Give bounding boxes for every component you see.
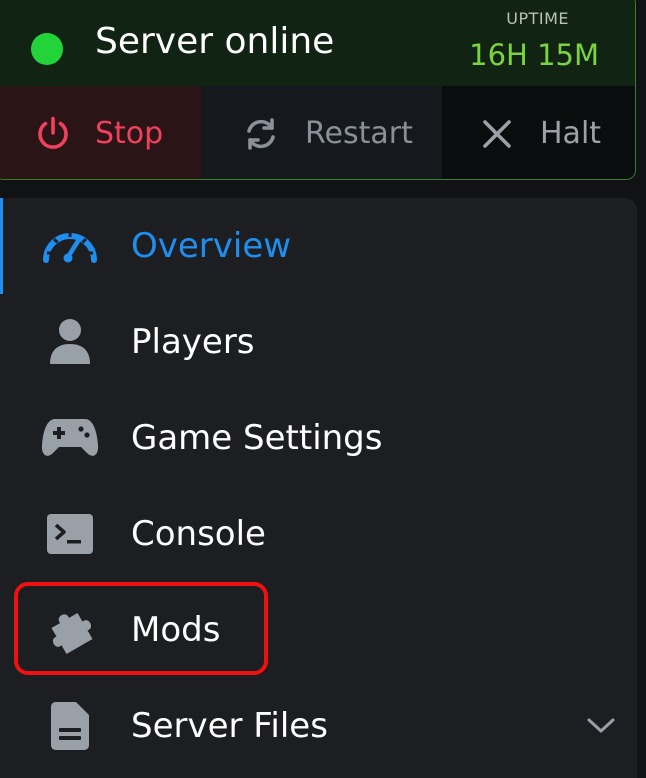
speedometer-icon: [40, 216, 100, 276]
server-nav: Overview Players Game Settings Console M…: [0, 198, 637, 778]
active-indicator: [0, 198, 3, 294]
nav-item-overview[interactable]: Overview: [0, 198, 637, 294]
nav-item-players[interactable]: Players: [0, 294, 637, 390]
nav-item-server-files[interactable]: Server Files: [0, 678, 637, 774]
nav-label-console: Console: [131, 514, 266, 554]
restart-label: Restart: [305, 116, 413, 151]
uptime-value: 16H 15M: [469, 38, 599, 72]
server-status-text: Server online: [95, 21, 335, 62]
uptime-label: UPTIME: [506, 9, 569, 28]
gamepad-icon: [40, 408, 100, 468]
stop-label: Stop: [95, 116, 164, 151]
close-icon: [480, 114, 514, 154]
user-icon: [40, 312, 100, 372]
status-header: Server online UPTIME 16H 15M: [0, 0, 635, 86]
chevron-down-icon[interactable]: [585, 710, 617, 742]
halt-label: Halt: [540, 116, 602, 151]
stop-button[interactable]: Stop: [0, 86, 201, 179]
power-actions: Stop Restart Halt: [0, 86, 635, 179]
nav-item-mods[interactable]: Mods: [0, 582, 637, 678]
online-status-dot: [31, 33, 63, 65]
nav-item-console[interactable]: Console: [0, 486, 637, 582]
nav-label-server-files: Server Files: [131, 706, 328, 746]
restart-button[interactable]: Restart: [201, 86, 442, 179]
file-icon: [40, 696, 100, 756]
page: Server online UPTIME 16H 15M Stop Restar…: [0, 0, 646, 778]
puzzle-icon: [40, 600, 100, 660]
nav-label-overview: Overview: [131, 226, 292, 266]
nav-label-players: Players: [131, 322, 255, 362]
terminal-icon: [40, 504, 100, 564]
nav-label-mods: Mods: [131, 610, 221, 650]
nav-label-game-settings: Game Settings: [131, 418, 383, 458]
restart-icon: [241, 114, 281, 154]
nav-item-game-settings[interactable]: Game Settings: [0, 390, 637, 486]
halt-button[interactable]: Halt: [442, 86, 635, 179]
server-status-card: Server online UPTIME 16H 15M Stop Restar…: [0, 0, 636, 180]
power-icon: [33, 114, 73, 154]
